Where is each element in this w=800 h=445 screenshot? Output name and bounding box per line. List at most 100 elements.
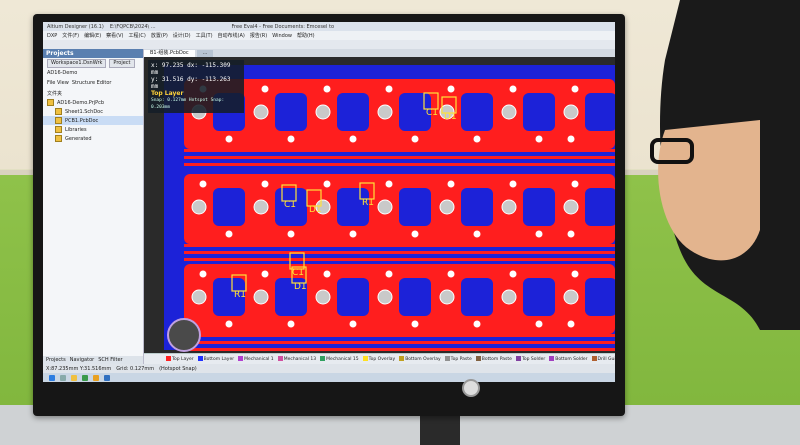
via (323, 180, 331, 188)
layer-tab[interactable]: Mechanical 1 (238, 356, 274, 362)
trace (184, 149, 615, 152)
via (225, 320, 233, 328)
layer-tab[interactable]: Bottom Overlay (399, 356, 441, 362)
mail-icon[interactable] (104, 374, 110, 381)
tree-item-schdoc[interactable]: Sheet1.SchDoc (43, 107, 143, 116)
folder-icon (55, 126, 62, 133)
file-view-radio[interactable]: File View (47, 80, 69, 86)
layer-label: Mechanical 1 (244, 357, 274, 362)
layer-tab[interactable]: Top Paste (444, 356, 472, 362)
via (567, 135, 575, 143)
pcb-file-icon (55, 117, 62, 124)
pad (501, 199, 517, 215)
browser-icon[interactable] (82, 374, 88, 381)
led-footprint (337, 278, 369, 316)
tree-item-libraries[interactable]: Libraries (43, 125, 143, 134)
via (447, 85, 455, 93)
menu-item[interactable]: 察看(V) (106, 32, 123, 39)
led-footprint (399, 278, 431, 316)
copper-traces (184, 79, 615, 351)
trace (184, 334, 615, 337)
led-footprint (523, 188, 555, 226)
layer-tab[interactable]: Mechanical 15 (320, 356, 359, 362)
via (571, 180, 579, 188)
layer-tab[interactable]: Mechanical 13 (277, 356, 316, 362)
menu-item[interactable]: 文件(F) (62, 32, 79, 39)
layer-tab[interactable]: Bottom Paste (475, 356, 512, 362)
pad (377, 199, 393, 215)
via (509, 180, 517, 188)
altium-icon[interactable] (93, 374, 99, 381)
tree-item-label: PCB1.PcbDoc (65, 117, 99, 124)
designator-label: C1 (426, 108, 438, 118)
tab-sch-filter[interactable]: SCH Filter (98, 357, 122, 363)
tab-navigator[interactable]: Navigator (70, 357, 94, 363)
designator-label: R1 (234, 290, 246, 300)
tree-item-pcbdoc[interactable]: PCB1.PcbDoc (43, 116, 143, 125)
menu-item[interactable]: 工程(C) (128, 32, 145, 39)
pad (439, 289, 455, 305)
menu-item[interactable]: 放置(P) (151, 32, 168, 39)
via (447, 180, 455, 188)
menu-item[interactable]: 自动布线(A) (218, 32, 245, 39)
layer-tab[interactable]: Bottom Solder (549, 356, 588, 362)
search-icon[interactable] (60, 374, 66, 381)
projects-panel: Projects Workspace1.DsnWrk Project AD16-… (43, 49, 144, 364)
layer-tab[interactable]: Top Solder (515, 356, 545, 362)
current-layer: Top Layer (151, 90, 184, 97)
via (261, 270, 269, 278)
layer-swatch (166, 356, 171, 361)
project-button[interactable]: Project (109, 58, 135, 68)
explorer-icon[interactable] (71, 374, 77, 381)
tree-item-project[interactable]: AD16-Demo.PrjPcb (43, 98, 143, 107)
app-titlebar: Altium Designer (16.1) E:\FQPCB\2024\ ..… (43, 22, 615, 31)
status-grid: Grid: 0.127mm (116, 365, 155, 372)
led-footprint (585, 188, 615, 226)
windows-icon[interactable] (49, 374, 55, 381)
menu-item[interactable]: 设计(D) (173, 32, 191, 39)
section-label: 文件夹 (47, 90, 63, 97)
via (287, 320, 295, 328)
layer-tab[interactable]: Bottom Layer (197, 356, 235, 362)
via (349, 320, 357, 328)
via (385, 85, 393, 93)
via (447, 270, 455, 278)
pad (253, 199, 269, 215)
via (509, 85, 517, 93)
pad (253, 104, 269, 120)
workspace-dropdown[interactable]: Workspace1.DsnWrk (47, 58, 107, 68)
layer-tab[interactable]: Drill Guide (591, 356, 615, 362)
menu-item[interactable]: 工具(T) (196, 32, 213, 39)
trace (184, 156, 615, 159)
pad (377, 104, 393, 120)
tree-item-generated[interactable]: Generated (43, 134, 143, 143)
tree-item-label: AD16-Demo.PrjPcb (57, 99, 105, 106)
doc-tab-pcb[interactable]: B1-组装.PcbDoc (144, 50, 195, 57)
menu-item[interactable]: Window (272, 33, 292, 39)
mounting-hole (167, 318, 201, 352)
menu-item[interactable]: 报告(R) (250, 32, 267, 39)
structure-editor-radio[interactable]: Structure Editor (72, 80, 112, 86)
layer-swatch (475, 356, 481, 361)
layer-tab[interactable]: Top Overlay (362, 356, 395, 362)
pad (563, 289, 579, 305)
layer-label: Bottom Layer (203, 357, 235, 362)
trace (184, 341, 615, 344)
via (385, 270, 393, 278)
pad (501, 289, 517, 305)
layer-tab[interactable]: Top Layer (166, 356, 194, 362)
tab-projects[interactable]: Projects (46, 357, 66, 363)
menu-item[interactable]: 编辑(E) (84, 32, 101, 39)
via (411, 320, 419, 328)
pad (253, 289, 269, 305)
layer-label: Mechanical 15 (326, 357, 359, 362)
tree-item-label: Generated (65, 135, 92, 142)
doc-tab-other[interactable]: ... (196, 50, 214, 57)
layer-label: Top Layer (172, 357, 194, 362)
menu-item[interactable]: 帮助(H) (297, 32, 315, 39)
pad (315, 289, 331, 305)
panel-tabs: Projects Navigator SCH Filter (43, 356, 143, 364)
via (385, 180, 393, 188)
menu-item[interactable]: DXP (47, 33, 57, 39)
layer-swatch (197, 356, 203, 361)
